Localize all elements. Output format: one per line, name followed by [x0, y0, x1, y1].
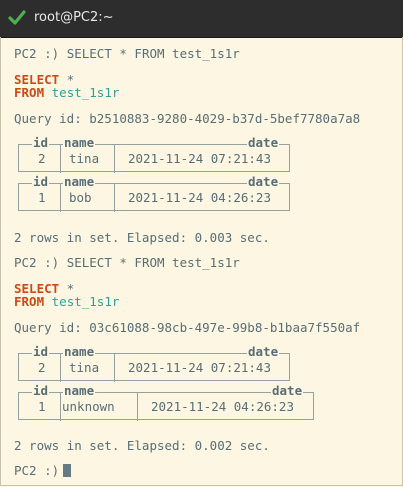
cell-date: 2021-11-24 07:21:43	[128, 151, 271, 166]
cell-date: 2021-11-24 07:21:43	[128, 360, 271, 375]
cell-name: tina	[69, 151, 100, 166]
column-header-id: id	[32, 383, 50, 398]
cell-date: 2021-11-24 04:26:23	[128, 190, 271, 205]
date-column: date 2021-11-24 07:21:43	[114, 136, 289, 173]
date-column: date 2021-11-24 04:26:23	[137, 384, 313, 421]
id-column: id 1	[19, 384, 60, 421]
terminal-output[interactable]: PC2 :) SELECT * FROM test_1s1r SELECT * …	[0, 37, 403, 486]
column-header-date: date	[247, 135, 280, 150]
cell-id: 1	[38, 190, 46, 205]
cell-name: bob	[69, 190, 92, 205]
cell-name: tina	[69, 360, 100, 375]
echo-from-line: FROM test_1s1r	[14, 85, 119, 100]
query-id: Query id: b2510883-9280-4029-b37d-5bef77…	[14, 111, 361, 126]
text-cursor	[63, 464, 72, 477]
result-table: id 1 name bob date 2021-11-24 04:26:23	[18, 175, 290, 212]
id-column: id 1	[19, 175, 60, 212]
date-column: date 2021-11-24 04:26:23	[114, 175, 289, 212]
result-summary: 2 rows in set. Elapsed: 0.003 sec.	[14, 230, 270, 245]
column-header-name: name	[63, 174, 96, 189]
prompt: PC2 :)	[14, 463, 60, 478]
id-column: id 2	[19, 345, 60, 382]
window-title: root@PC2:~	[34, 10, 114, 25]
result-table: id 2 name tina date 2021-11-24 07:21:43	[18, 136, 290, 173]
query-id: Query id: 03c61088-98cb-497e-99b8-b1baa7…	[14, 320, 361, 335]
command-line: PC2 :) SELECT * FROM test_1s1r	[14, 255, 240, 270]
column-header-name: name	[63, 383, 96, 398]
command-text: SELECT * FROM test_1s1r	[66, 46, 240, 61]
name-column: name bob	[60, 175, 114, 212]
from-keyword: FROM	[14, 294, 45, 309]
column-header-date: date	[247, 174, 280, 189]
result-table: id 1 name unknown date 2021-11-24 04:26:…	[18, 384, 314, 421]
column-header-id: id	[32, 344, 50, 359]
name-column: name tina	[60, 345, 114, 382]
from-keyword: FROM	[14, 85, 45, 100]
column-header-id: id	[32, 135, 50, 150]
date-column: date 2021-11-24 07:21:43	[114, 345, 289, 382]
column-header-name: name	[63, 344, 96, 359]
table-name: test_1s1r	[51, 85, 120, 100]
window-titlebar[interactable]: root@PC2:~	[0, 0, 403, 38]
echo-from-line: FROM test_1s1r	[14, 294, 119, 309]
column-header-name: name	[63, 135, 96, 150]
column-header-id: id	[32, 174, 50, 189]
result-table: id 2 name tina date 2021-11-24 07:21:43	[18, 345, 290, 382]
table-name: test_1s1r	[51, 294, 120, 309]
cell-date: 2021-11-24 04:26:23	[151, 399, 294, 414]
prompt: PC2 :)	[14, 255, 60, 270]
check-icon	[8, 10, 26, 25]
column-header-date: date	[271, 383, 304, 398]
name-column: name unknown	[60, 384, 137, 421]
result-summary: 2 rows in set. Elapsed: 0.002 sec.	[14, 438, 270, 453]
cell-id: 2	[38, 360, 46, 375]
cell-id: 2	[38, 151, 46, 166]
column-header-date: date	[247, 344, 280, 359]
command-text: SELECT * FROM test_1s1r	[66, 255, 240, 270]
active-prompt-line[interactable]: PC2 :)	[14, 463, 72, 478]
cell-id: 1	[38, 399, 46, 414]
cell-name: unknown	[62, 399, 115, 414]
name-column: name tina	[60, 136, 114, 173]
id-column: id 2	[19, 136, 60, 173]
command-line: PC2 :) SELECT * FROM test_1s1r	[14, 46, 240, 61]
prompt: PC2 :)	[14, 46, 60, 61]
